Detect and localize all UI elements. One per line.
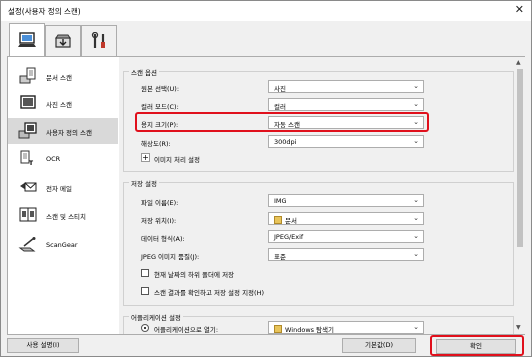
sidebar-item-label: ScanGear [46,241,78,249]
jpeg-quality-select[interactable]: 표준 ⌄ [268,248,424,261]
filename-input[interactable]: IMG ⌄ [268,194,424,207]
scan-and-stitch-icon [19,207,37,222]
defaults-button[interactable]: 기본값(D) [342,338,416,353]
explorer-icon [274,325,282,333]
data-format-label: 데이터 형식(A): [141,235,185,243]
open-with-radio[interactable] [141,324,149,332]
save-in-select[interactable]: 문서 ⌄ [268,212,424,225]
scan-from-computer-icon [18,31,36,47]
chevron-down-icon: ⌄ [413,82,419,90]
window-title: 설정(사용자 정의 스캔) [8,7,81,16]
settings-content: 문서 스캔 사진 스캔 사용자 정의 스캔 T OCR 전자 메일 스캔 및 스… [7,57,525,335]
resolution-label: 해상도(R): [141,140,171,148]
open-with-select[interactable]: Windows 탐색기 ⌄ [268,321,424,334]
image-processing-label: 이미지 처리 설정 [154,156,200,164]
sidebar-item-label: 사용자 정의 스캔 [46,129,92,137]
filename-value: IMG [274,197,287,205]
scan-from-operation-panel-icon [55,34,71,48]
sidebar-item-label: 스캔 및 스티치 [46,213,87,221]
resolution-value: 300dpi [274,138,297,146]
tab-scan-from-operation-panel[interactable] [45,25,81,56]
data-format-value: JPEG/Exif [274,233,304,241]
save-in-value: 문서 [285,217,297,225]
paper-size-highlight [135,112,429,132]
ok-button-highlight [430,335,524,356]
chevron-down-icon: ⌄ [413,100,419,108]
sidebar-item-label: 사진 스캔 [46,101,72,109]
scangear-icon [18,237,36,252]
color-mode-value: 컬러 [274,103,286,111]
close-icon[interactable]: ✕ [515,4,524,16]
sidebar-item-document-scan[interactable]: 문서 스캔 [8,63,118,89]
sidebar-item-custom-scan[interactable]: 사용자 정의 스캔 [8,118,118,144]
tab-scan-from-computer[interactable] [9,23,45,57]
expand-image-processing-button[interactable]: + [141,153,150,162]
chevron-down-icon: ⌄ [413,196,419,204]
data-format-select[interactable]: JPEG/Exif ⌄ [268,230,424,243]
subfolder-checkbox[interactable] [141,269,149,277]
scan-type-list: 문서 스캔 사진 스캔 사용자 정의 스캔 T OCR 전자 메일 스캔 및 스… [8,57,118,334]
sidebar-item-scangear[interactable]: ScanGear [8,232,118,258]
source-value: 사진 [274,85,286,93]
check-results-checkbox[interactable] [141,287,149,295]
jpeg-quality-value: 표준 [274,253,286,261]
ocr-icon: T [20,150,34,167]
subfolder-label: 현재 날짜의 하위 폴더에 저장 [154,271,235,279]
scroll-down-icon[interactable]: ▼ [516,324,521,331]
instructions-button[interactable]: 사용 설명(I) [7,338,79,353]
settings-window: 설정(사용자 정의 스캔) ✕ 문서 스캔 사진 스캔 사용자 정의 스캔 T … [0,0,532,357]
check-results-label: 스캔 결과를 확인하고 저장 설정 지정(H) [154,289,264,297]
source-select[interactable]: 사진 ⌄ [268,80,424,93]
sidebar-item-label: 문서 스캔 [46,74,72,82]
sidebar-item-scan-and-stitch[interactable]: 스캔 및 스티치 [8,202,118,228]
email-icon [20,182,37,192]
folder-icon [274,216,282,224]
save-in-label: 저장 위치(I): [141,217,177,225]
jpeg-quality-label: JPEG 이미지 품질(J): [141,253,200,261]
chevron-down-icon: ⌄ [413,137,419,145]
color-mode-select[interactable]: 컬러 ⌄ [268,98,424,111]
sidebar-item-email[interactable]: 전자 메일 [8,174,118,200]
scan-options-title: 스캔 옵션 [129,67,159,77]
photo-scan-icon [20,95,36,109]
scrollbar[interactable]: ▲ ▼ [515,57,525,334]
sidebar-item-label: 전자 메일 [46,185,72,193]
sidebar-item-ocr[interactable]: T OCR [8,146,118,172]
svg-text:T: T [29,160,34,167]
custom-scan-icon [18,122,37,139]
resolution-select[interactable]: 300dpi ⌄ [268,135,424,148]
title-bar: 설정(사용자 정의 스캔) ✕ [1,1,531,21]
chevron-down-icon: ⌄ [413,323,419,331]
source-label: 원본 선택(U): [141,85,180,93]
color-mode-label: 컬러 모드(C): [141,103,179,111]
scrollbar-thumb[interactable] [517,69,523,247]
filename-label: 파일 이름(E): [141,199,179,207]
open-with-label: 어플리케이션으로 열기: [154,326,219,334]
tab-tools[interactable] [81,25,117,56]
open-with-value: Windows 탐색기 [285,326,335,334]
save-settings-title: 저장 설정 [129,178,159,188]
sidebar-item-photo-scan[interactable]: 사진 스캔 [8,90,118,116]
chevron-down-icon: ⌄ [413,250,419,258]
chevron-down-icon: ⌄ [413,232,419,240]
tools-icon [91,32,105,48]
chevron-down-icon: ⌄ [413,214,419,222]
sidebar-item-label: OCR [46,155,61,163]
settings-panel: 스캔 옵션 원본 선택(U): 사진 ⌄ 컬러 모드(C): 컬러 ⌄ 용지 크… [119,57,515,334]
app-settings-title: 어플리케이션 설정 [129,312,183,322]
scroll-up-icon[interactable]: ▲ [516,59,521,66]
document-scan-icon [19,67,36,84]
